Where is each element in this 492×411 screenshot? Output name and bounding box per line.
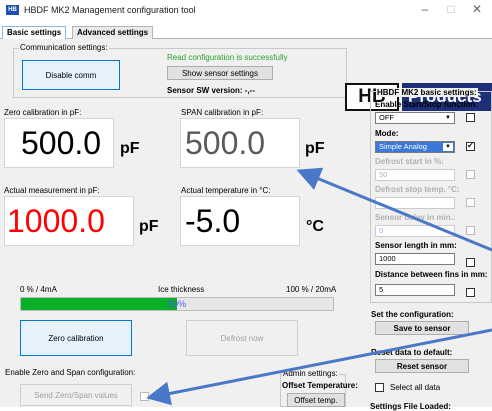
annotation-arrow-lower xyxy=(146,328,492,406)
annotation-arrow-upper xyxy=(296,167,492,252)
annotation-arrows xyxy=(146,167,492,406)
